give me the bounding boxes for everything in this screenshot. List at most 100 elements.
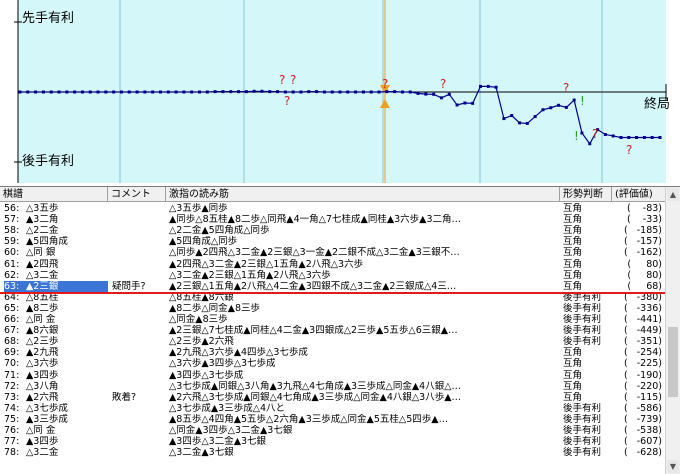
reading-line: △同歩▲2四飛△3二金▲2三銀△3一金▲2二銀不成△3二金▲3三銀不… bbox=[169, 247, 460, 259]
evaluation-point bbox=[447, 92, 451, 96]
move-text: ▲8六銀 bbox=[26, 325, 59, 337]
evaluation-point bbox=[533, 115, 537, 119]
judgment-text: 互角 bbox=[563, 347, 583, 359]
judgment-text: 互角 bbox=[563, 358, 583, 370]
evaluation-point bbox=[252, 89, 256, 93]
column-header-kifu[interactable]: 棋譜 bbox=[0, 187, 108, 202]
move-number: 75: bbox=[4, 413, 20, 425]
judgment-text: 後手有利 bbox=[563, 325, 602, 337]
evaluation-point bbox=[244, 90, 248, 94]
analysis-table[interactable]: 棋譜 コメント 激指の読み筋 形勢判断 (評価値) 56: △3五歩 △3五歩▲同歩… bbox=[0, 186, 680, 474]
table-row[interactable]: 73: ▲2六飛 敗着? ▲2六飛△3七歩成▲同銀△4七角成▲3三歩成△同金▲4八銀△… bbox=[0, 392, 666, 403]
table-row[interactable]: 71: ▲3四歩 ▲3四歩△3七歩成 互角 ( -190) bbox=[0, 370, 666, 381]
move-number: 74: bbox=[4, 402, 20, 414]
move-comment bbox=[112, 370, 166, 381]
table-row[interactable]: 67: ▲8六銀 ▲2三銀△7七桂成▲同桂△4二金▲3四銀成△2三歩▲5五歩△6三銀… bbox=[0, 325, 666, 336]
table-row[interactable]: 75: ▲3三歩成 ▲8五歩△4四角▲5五歩△2六角▲3三歩成△同金▲5五桂△5四歩… bbox=[0, 414, 666, 425]
evaluation-point bbox=[439, 96, 443, 100]
reading-line: ▲同歩△8五桂▲8二歩△同飛▲4一角△7七桂成▲同桂▲3六歩▲3二角… bbox=[169, 214, 462, 226]
table-row[interactable]: 56: △3五歩 △3五歩▲同歩 互角 ( -83) bbox=[0, 203, 666, 214]
move-comment bbox=[112, 236, 166, 247]
evaluation-graph[interactable]: ??????!!?? 先手有利 後手有利 終局 bbox=[0, 0, 680, 183]
judgment-text: 互角 bbox=[563, 391, 583, 403]
good-move-icon: ! bbox=[580, 94, 585, 108]
eval-value: ( -538) bbox=[623, 425, 662, 436]
evaluation-point bbox=[174, 90, 178, 94]
table-row[interactable]: 65: ▲8二歩 ▲8二歩△同金▲8三歩 後手有利 ( -336) bbox=[0, 303, 666, 314]
move-comment bbox=[112, 336, 166, 347]
reading-line: ▲8五歩△4四角▲5五歩△2六角▲3三歩成△同金▲5五桂△5四歩▲… bbox=[169, 413, 449, 425]
reading-line: △3二金▲2三銀△1五角▲2八飛△3六歩 bbox=[169, 269, 331, 281]
evaluation-point bbox=[260, 89, 264, 93]
move-number: 68: bbox=[4, 336, 20, 348]
move-number: 77: bbox=[4, 436, 20, 448]
move-comment bbox=[112, 381, 166, 392]
column-header-reading[interactable]: 激指の読み筋 bbox=[166, 187, 560, 202]
table-row[interactable]: 72: △3八角 △3七歩成▲同銀△3八角▲3九飛△4七角成▲3三歩成△同金▲4八銀… bbox=[0, 381, 666, 392]
vertical-scrollbar[interactable]: ▲ ▼ bbox=[665, 187, 680, 474]
move-number: 69: bbox=[4, 347, 20, 359]
table-row[interactable]: 63: ▲2三銀 疑問手? ▲2三銀△1五角▲2八飛△4二金▲3四銀不成△3二金▲2三… bbox=[0, 280, 666, 292]
move-text: △3八角 bbox=[26, 380, 59, 392]
judgment-text: 互角 bbox=[563, 247, 583, 259]
table-row[interactable]: 70: △3六歩 △3六歩▲3四歩△3七歩成 互角 ( -225) bbox=[0, 358, 666, 369]
eval-value: ( 80) bbox=[627, 269, 662, 281]
eval-value: ( -220) bbox=[623, 380, 662, 392]
table-row[interactable]: 61: ▲2四飛 ▲2四飛△3二金▲2三銀△1五角▲2八飛△3六歩 互角 ( 80) bbox=[0, 259, 666, 270]
scrollbar-thumb[interactable] bbox=[668, 327, 678, 397]
move-comment: 疑問手? bbox=[112, 280, 146, 292]
sente-advantage-label: 先手有利 bbox=[22, 11, 75, 26]
evaluation-graph-canvas[interactable]: ??????!!?? bbox=[0, 0, 680, 183]
move-comment bbox=[112, 203, 166, 214]
table-row[interactable]: 69: ▲2九飛 ▲2九飛△3六歩▲4四歩△3七歩成 互角 ( -254) bbox=[0, 347, 666, 358]
table-row[interactable]: 62: △3二金 △3二金▲2三銀△1五角▲2八飛△3六歩 互角 ( 80) bbox=[0, 270, 666, 281]
evaluation-point bbox=[80, 90, 84, 94]
move-text: ▲3三歩成 bbox=[26, 413, 68, 425]
eval-value: ( -157) bbox=[623, 236, 662, 248]
evaluation-point bbox=[151, 90, 155, 94]
move-comment: 敗着? bbox=[112, 391, 137, 403]
evaluation-point bbox=[650, 136, 654, 139]
evaluation-point bbox=[127, 90, 131, 94]
evaluation-point bbox=[510, 114, 514, 118]
eval-value: ( -449) bbox=[623, 325, 662, 337]
evaluation-point bbox=[408, 90, 412, 94]
scroll-up-icon[interactable]: ▲ bbox=[667, 188, 679, 201]
move-comment bbox=[112, 270, 166, 281]
table-row[interactable]: 59: ▲5四角成 ▲5四角成△同歩 互角 ( -157) bbox=[0, 236, 666, 247]
table-row[interactable]: 60: △同 銀 △同歩▲2四飛△3二金▲2三銀△3一金▲2二銀不成△3二金▲3三銀… bbox=[0, 247, 666, 258]
move-comment bbox=[112, 425, 166, 436]
table-row[interactable]: 66: △同 金 △同金▲8三歩 後手有利 ( -441) bbox=[0, 314, 666, 325]
evaluation-point bbox=[88, 90, 92, 94]
column-header-value[interactable]: (評価値) bbox=[612, 187, 666, 202]
evaluation-point bbox=[572, 98, 576, 102]
table-row[interactable]: 57: ▲3二角 ▲同歩△8五桂▲8二歩△同飛▲4一角△7七桂成▲同桂▲3六歩▲3二… bbox=[0, 214, 666, 225]
scroll-down-icon[interactable]: ▼ bbox=[667, 460, 679, 473]
table-row[interactable]: 76: △同 金 △同金▲3四歩△3二金▲3七銀 後手有利 ( -538) bbox=[0, 425, 666, 436]
table-row[interactable]: 78: △3二金 △3二金▲3七銀 後手有利 ( -628) bbox=[0, 447, 666, 458]
move-comment bbox=[112, 214, 166, 225]
move-number: 56: bbox=[4, 203, 20, 214]
table-row[interactable]: 74: △3七歩成 △3七歩成▲3三歩成△4八と 後手有利 ( -586) bbox=[0, 403, 666, 414]
evaluation-point bbox=[432, 92, 436, 96]
move-number: 72: bbox=[4, 380, 20, 392]
move-comment bbox=[112, 247, 166, 258]
column-header-judgment[interactable]: 形勢判断 bbox=[560, 187, 612, 202]
move-text: ▲3二角 bbox=[26, 214, 59, 226]
eval-value: ( -83) bbox=[626, 203, 662, 214]
table-row[interactable]: 68: △2三歩 △2三歩▲2六飛 後手有利 ( -351) bbox=[0, 336, 666, 347]
move-text: ▲2九飛 bbox=[26, 347, 59, 359]
column-header-comment[interactable]: コメント bbox=[108, 187, 166, 202]
evaluation-point bbox=[73, 90, 77, 94]
evaluation-point bbox=[463, 101, 467, 105]
move-comment bbox=[112, 259, 166, 270]
judgment-text: 互角 bbox=[563, 269, 583, 281]
table-row[interactable]: 58: △2二金 △2二金▲5四角成△同歩 互角 ( -185) bbox=[0, 225, 666, 236]
current-move-marker bbox=[0, 292, 666, 294]
evaluation-point bbox=[338, 90, 342, 94]
end-game-label: 終局 bbox=[644, 97, 671, 112]
move-comment bbox=[112, 347, 166, 358]
table-row[interactable]: 77: ▲3四歩 ▲3四歩△3二金▲3七銀 後手有利 ( -607) bbox=[0, 436, 666, 447]
reading-line: ▲8二歩△同金▲8三歩 bbox=[169, 302, 261, 314]
evaluation-point bbox=[478, 84, 482, 88]
